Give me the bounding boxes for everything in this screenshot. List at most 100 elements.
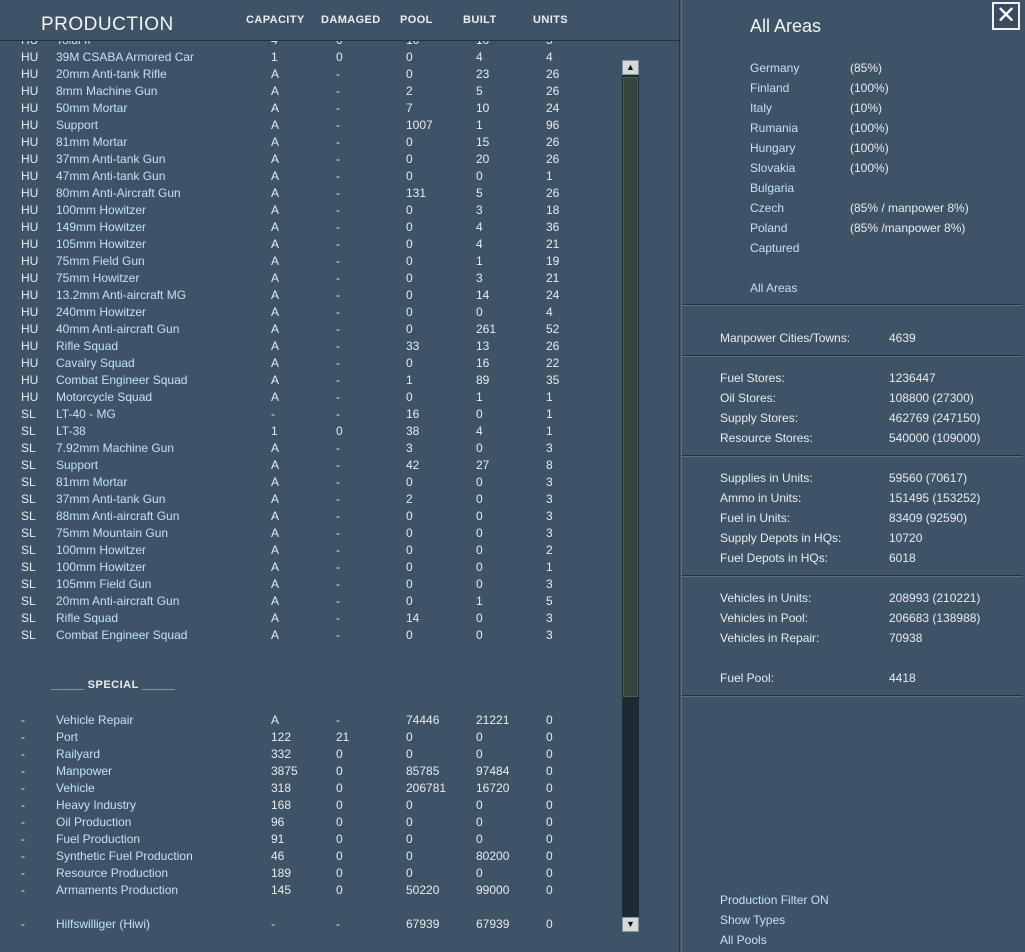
unit-name-cell[interactable]: Toldi II	[56, 41, 91, 47]
unit-name-cell[interactable]: 100mm Howitzer	[56, 560, 146, 574]
scroll-up-icon[interactable]: ▲	[622, 60, 639, 75]
area-name[interactable]: Slovakia	[750, 161, 795, 175]
units-cell: 52	[546, 322, 560, 336]
unit-name-cell[interactable]: Rifle Squad	[56, 339, 118, 353]
unit-name-cell[interactable]: 20mm Anti-aircraft Gun	[56, 594, 179, 608]
unit-name-cell[interactable]: 39M CSABA Armored Car	[56, 50, 194, 64]
unit-name-cell[interactable]: Hilfswilliger (Hiwi)	[56, 917, 150, 931]
pool-cell: 42	[406, 458, 420, 472]
nation-cell: -	[21, 747, 25, 761]
area-name[interactable]: Italy	[750, 101, 772, 115]
column-header-units[interactable]: UNITS	[533, 14, 568, 26]
unit-name-cell[interactable]: 75mm Mountain Gun	[56, 526, 168, 540]
column-header-damaged[interactable]: DAMAGED	[321, 14, 381, 26]
built-cell: 23	[476, 67, 490, 81]
area-name[interactable]: Rumania	[750, 121, 798, 135]
unit-name-cell[interactable]: 13.2mm Anti-aircraft MG	[56, 288, 186, 302]
column-header-capacity[interactable]: CAPACITY	[246, 14, 305, 26]
units-cell: 26	[546, 339, 560, 353]
capacity-cell: A	[271, 356, 280, 370]
built-cell: 0	[476, 526, 483, 540]
column-header-pool[interactable]: POOL	[400, 14, 433, 26]
unit-name-cell[interactable]: 7.92mm Machine Gun	[56, 441, 174, 455]
unit-name-cell[interactable]: 40mm Anti-aircraft Gun	[56, 322, 179, 336]
unit-name-cell[interactable]: Port	[56, 730, 78, 744]
unit-name-cell[interactable]: 100mm Howitzer	[56, 203, 146, 217]
built-cell: 0	[476, 441, 483, 455]
unit-name-cell[interactable]: 240mm Howitzer	[56, 305, 146, 319]
unit-name-cell[interactable]: 105mm Field Gun	[56, 577, 151, 591]
unit-name-cell[interactable]: Combat Engineer Squad	[56, 628, 187, 642]
close-button[interactable]: ✕	[992, 2, 1020, 30]
column-header-built[interactable]: BUILT	[463, 14, 497, 26]
unit-name-cell[interactable]: Cavalry Squad	[56, 356, 135, 370]
unit-name-cell[interactable]: Resource Production	[56, 866, 168, 880]
unit-name-cell[interactable]: 105mm Howitzer	[56, 237, 146, 251]
scroll-thumb[interactable]	[623, 77, 638, 697]
area-name[interactable]: Captured	[750, 241, 799, 255]
unit-name-cell[interactable]: 8mm Machine Gun	[56, 84, 157, 98]
unit-name-cell[interactable]: 81mm Mortar	[56, 475, 127, 489]
unit-name-cell[interactable]: 80mm Anti-Aircraft Gun	[56, 186, 181, 200]
unit-name-cell[interactable]: LT-40 - MG	[56, 407, 116, 421]
production-list[interactable]: HUToldi II4010105HU39M CSABA Armored Car…	[0, 41, 620, 952]
unit-name-cell[interactable]: Synthetic Fuel Production	[56, 849, 193, 863]
all-pools-toggle[interactable]: All Pools	[720, 933, 767, 947]
nation-cell: HU	[21, 186, 39, 200]
area-name[interactable]: Poland	[750, 221, 787, 235]
built-cell: 99000	[476, 883, 510, 897]
units-cell: 8	[546, 458, 553, 472]
nation-cell: -	[21, 730, 25, 744]
unit-name-cell[interactable]: Support	[56, 458, 98, 472]
unit-name-cell[interactable]: 50mm Mortar	[56, 101, 127, 115]
unit-name-cell[interactable]: Heavy Industry	[56, 798, 136, 812]
scroll-down-icon[interactable]: ▼	[622, 917, 639, 932]
unit-name-cell[interactable]: Combat Engineer Squad	[56, 373, 187, 387]
unit-name-cell[interactable]: 100mm Howitzer	[56, 543, 146, 557]
built-cell: 1	[476, 594, 483, 608]
unit-name-cell[interactable]: Fuel Production	[56, 832, 140, 846]
unit-name-cell[interactable]: Vehicle Repair	[56, 713, 133, 727]
area-name[interactable]: Hungary	[750, 141, 795, 155]
production-filter-toggle[interactable]: Production Filter ON	[720, 893, 829, 907]
area-name[interactable]: Czech	[750, 201, 784, 215]
areas-title: All Areas	[750, 16, 822, 36]
area-name[interactable]: Finland	[750, 81, 789, 95]
units-cell: 21	[546, 237, 560, 251]
unit-name-cell[interactable]: Support	[56, 118, 98, 132]
unit-name-cell[interactable]: 75mm Howitzer	[56, 271, 139, 285]
unit-name-cell[interactable]: Motorcycle Squad	[56, 390, 152, 404]
unit-name-cell[interactable]: 20mm Anti-tank Rifle	[56, 67, 167, 81]
pool-cell: 0	[406, 305, 413, 319]
unit-name-cell[interactable]: 149mm Howitzer	[56, 220, 146, 234]
scrollbar[interactable]: ▲ ▼	[622, 60, 639, 932]
unit-name-cell[interactable]: 37mm Anti-tank Gun	[56, 152, 165, 166]
unit-name-cell[interactable]: 37mm Anti-tank Gun	[56, 492, 165, 506]
page-title: PRODUCTION	[41, 14, 174, 35]
all-areas-link[interactable]: All Areas	[750, 281, 797, 295]
area-name[interactable]: Bulgaria	[750, 181, 794, 195]
units-cell: 96	[546, 118, 560, 132]
units-cell: 22	[546, 356, 560, 370]
unit-name-cell[interactable]: Armaments Production	[56, 883, 178, 897]
unit-name-cell[interactable]: 75mm Field Gun	[56, 254, 145, 268]
unit-name-cell[interactable]: Oil Production	[56, 815, 131, 829]
pool-cell: 67939	[406, 917, 440, 931]
unit-name-cell[interactable]: LT-38	[56, 424, 86, 438]
built-cell: 14	[476, 288, 490, 302]
unit-name-cell[interactable]: 47mm Anti-tank Gun	[56, 169, 165, 183]
built-cell: 0	[476, 509, 483, 523]
area-name[interactable]: Germany	[750, 61, 799, 75]
nation-cell: -	[21, 917, 25, 931]
unit-name-cell[interactable]: Railyard	[56, 747, 100, 761]
capacity-cell: A	[271, 101, 280, 115]
unit-name-cell[interactable]: Rifle Squad	[56, 611, 118, 625]
damaged-cell: -	[336, 135, 340, 149]
unit-name-cell[interactable]: Vehicle	[56, 781, 95, 795]
unit-name-cell[interactable]: 81mm Mortar	[56, 135, 127, 149]
show-types-toggle[interactable]: Show Types	[720, 913, 785, 927]
damaged-cell: -	[336, 186, 340, 200]
unit-name-cell[interactable]: Manpower	[56, 764, 112, 778]
damaged-cell: -	[336, 322, 340, 336]
unit-name-cell[interactable]: 88mm Anti-aircraft Gun	[56, 509, 179, 523]
